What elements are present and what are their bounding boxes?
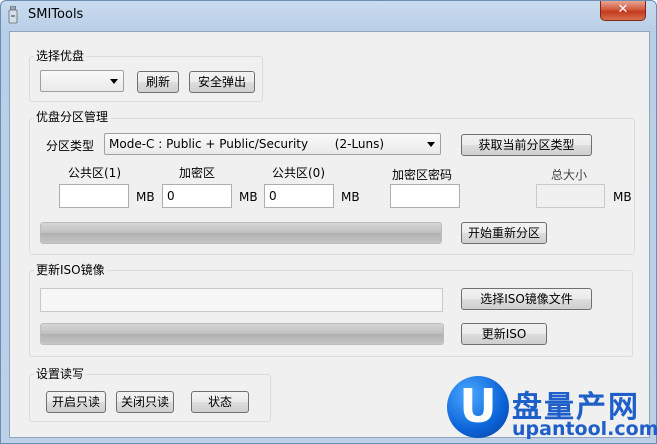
password-label: 加密区密码: [392, 168, 453, 182]
mb-unit-3: MB: [341, 190, 360, 204]
mb-unit-1: MB: [136, 190, 155, 204]
close-button[interactable]: ✕: [600, 1, 646, 21]
iso-file-path-input[interactable]: [40, 288, 443, 312]
choose-iso-file-button[interactable]: 选择ISO镜像文件: [461, 288, 592, 310]
enable-readonly-button[interactable]: 开启只读: [46, 391, 106, 413]
select-disk-title: 选择优盘: [34, 49, 87, 63]
disk-select[interactable]: [40, 70, 124, 92]
partition-title: 优盘分区管理: [34, 110, 111, 124]
iso-progress-fill: [41, 324, 443, 344]
get-partition-type-button[interactable]: 获取当前分区类型: [461, 134, 592, 156]
public1-label: 公共区(1): [68, 166, 121, 180]
disable-readonly-button[interactable]: 关闭只读: [116, 391, 174, 413]
total-size-input: [536, 184, 605, 208]
public0-input[interactable]: [264, 184, 334, 208]
title-bar[interactable]: SMITools ✕: [1, 1, 656, 31]
status-button[interactable]: 状态: [191, 391, 249, 413]
partition-type-value: Mode-C : Public + Public/Security (2-Lun…: [109, 137, 385, 151]
partition-type-label: 分区类型: [46, 139, 95, 153]
window-title: SMITools: [28, 7, 84, 22]
start-repartition-button[interactable]: 开始重新分区: [461, 222, 547, 244]
close-icon: ✕: [617, 2, 629, 17]
iso-title: 更新ISO镜像: [34, 263, 107, 277]
partition-progress-fill: [41, 223, 441, 243]
usb-drive-icon: [8, 6, 18, 24]
safe-eject-button[interactable]: 安全弹出: [189, 71, 255, 93]
chevron-down-icon: [110, 79, 118, 84]
public1-input[interactable]: [59, 184, 129, 208]
watermark-url: upantool.com: [512, 418, 657, 440]
partition-progress-bar: [40, 222, 442, 244]
refresh-button[interactable]: 刷新: [137, 71, 179, 93]
iso-progress-bar: [40, 323, 444, 345]
encrypted-input[interactable]: [162, 184, 232, 208]
public0-label: 公共区(0): [272, 166, 325, 180]
watermark-logo-icon: U: [447, 376, 509, 438]
update-iso-button[interactable]: 更新ISO: [461, 323, 547, 345]
password-input[interactable]: [390, 184, 460, 208]
partition-type-select[interactable]: Mode-C : Public + Public/Security (2-Lun…: [104, 133, 441, 155]
encrypted-label: 加密区: [179, 166, 216, 180]
total-size-label: 总大小: [551, 168, 588, 182]
chevron-down-icon: [427, 142, 435, 147]
mb-unit-4: MB: [613, 190, 632, 204]
mb-unit-2: MB: [239, 190, 258, 204]
read-write-title: 设置读写: [34, 367, 87, 381]
